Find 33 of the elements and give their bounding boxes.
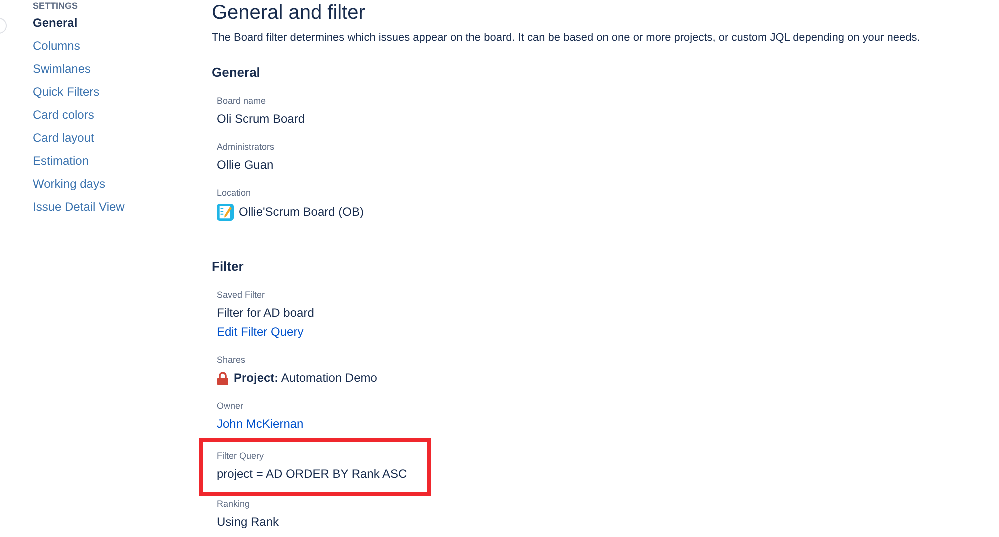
sidebar-item[interactable]: Card layout: [33, 131, 94, 145]
field-value: Using Rank: [217, 515, 280, 530]
link[interactable]: Edit Filter Query: [217, 325, 403, 340]
field-label: Administrators: [217, 141, 276, 153]
field-value: Ollie Guan: [217, 158, 275, 173]
field-label: Filter Query: [217, 450, 266, 462]
sidebar-item[interactable]: Card colors: [33, 108, 94, 122]
field-value: Filter for AD board: [217, 306, 316, 321]
sidebar-item[interactable]: General: [33, 16, 78, 30]
link[interactable]: John McKiernan: [217, 417, 403, 432]
notepad-pencil-icon: [217, 204, 234, 221]
sidebar-item[interactable]: Columns: [33, 39, 80, 53]
field-label: Owner: [217, 400, 245, 412]
field-value: Ollie'Scrum Board (OB): [239, 205, 364, 220]
padlock-icon: [217, 372, 229, 386]
field-value: Oli Scrum Board: [217, 112, 306, 127]
page-title: General and filter: [212, 1, 366, 25]
sidebar-heading: SETTINGS: [33, 1, 78, 11]
section-heading: General: [212, 65, 262, 81]
field-label: Location: [217, 187, 252, 199]
field-label: Saved Filter: [217, 289, 266, 301]
sidebar-item[interactable]: Working days: [33, 177, 106, 191]
field-label: Ranking: [217, 498, 252, 510]
field-value: Project: Automation Demo: [234, 371, 378, 386]
field-value: project = AD ORDER BY Rank ASC: [217, 467, 408, 482]
section-heading: Filter: [212, 259, 245, 275]
sidebar-item[interactable]: Issue Detail View: [33, 200, 125, 214]
page-description: The Board filter determines which issues appear on the board. It can be based on one or more projects, or custom JQL depending on your needs.: [212, 31, 922, 45]
field-label: Shares: [217, 354, 247, 366]
field-label: Board name: [217, 95, 268, 107]
sidebar-item[interactable]: Swimlanes: [33, 62, 92, 76]
sidebar-item[interactable]: Quick Filters: [33, 85, 100, 99]
sidebar-item[interactable]: Estimation: [33, 154, 90, 168]
